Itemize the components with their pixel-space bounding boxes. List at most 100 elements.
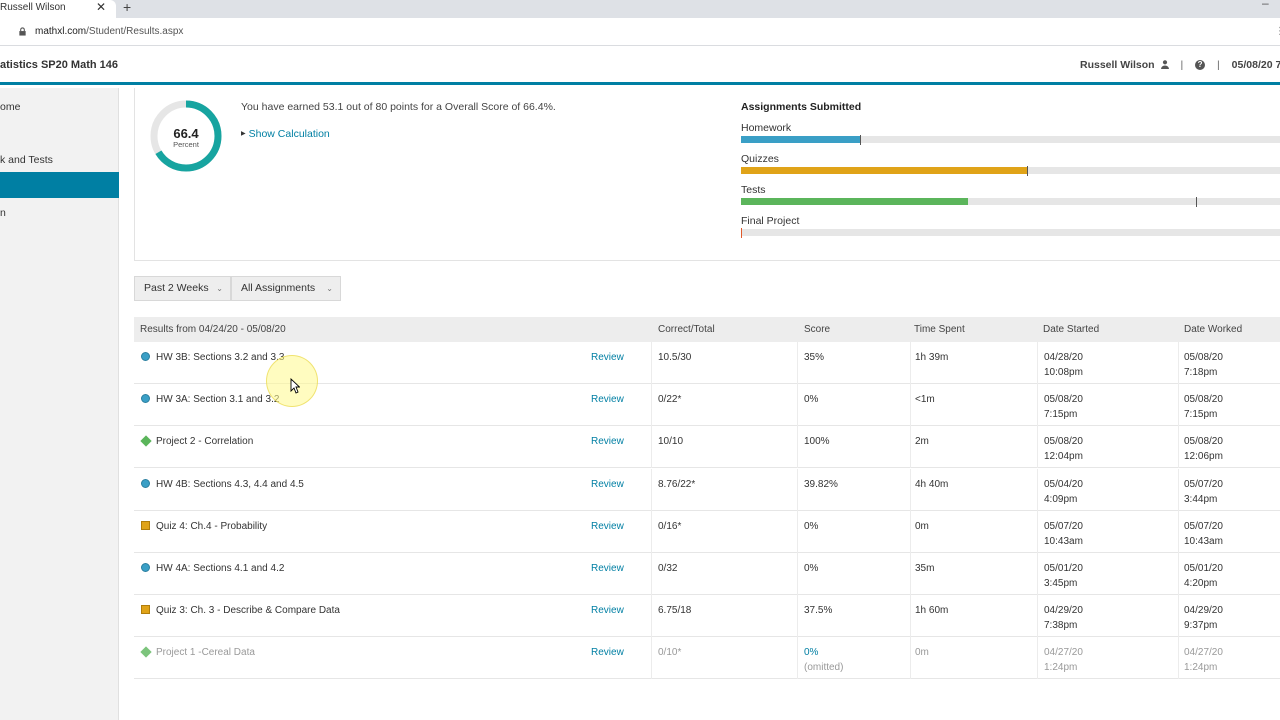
- date-worked-day-time: 7:15pm: [1184, 409, 1218, 421]
- header-separator: |: [1180, 59, 1184, 71]
- date-started-day: 05/08/20 12:04pm: [1044, 434, 1083, 464]
- review-link-text: Review: [591, 352, 624, 363]
- review-link[interactable]: Review: [591, 392, 624, 407]
- close-tab-icon[interactable]: ✕: [96, 0, 106, 14]
- column-divider: [1178, 510, 1179, 553]
- browser-menu-icon[interactable]: ⋮: [1275, 26, 1280, 37]
- score-value-cell: 100%: [804, 434, 830, 449]
- browser-tabbar: Russell Wilson ✕ + –: [0, 0, 1280, 18]
- review-link[interactable]: Review: [591, 434, 624, 449]
- url-path: /Student/Results.aspx: [86, 26, 184, 37]
- sidebar: ome k and Tests n: [0, 88, 119, 720]
- column-divider: [1037, 510, 1038, 553]
- correct-total-value-text: 10.5/30: [658, 352, 692, 363]
- correct-total-header[interactable]: Correct/Total: [658, 324, 715, 335]
- browser-tab[interactable]: Russell Wilson ✕: [0, 0, 116, 18]
- sidebar-item-homework-tests[interactable]: k and Tests: [0, 154, 53, 166]
- score-unit-label: Percent: [173, 140, 199, 149]
- submitted-bar-label: Homework: [741, 122, 792, 134]
- date-started-day-text: 05/01/20: [1044, 563, 1083, 574]
- date-started-header[interactable]: Date Started: [1043, 324, 1099, 335]
- score-value-cell-text: 0%: [804, 520, 819, 532]
- table-row[interactable]: Quiz 4: Ch.4 - Probability Review 0/16* 0% 0…: [134, 510, 1280, 553]
- assignment-name[interactable]: HW 4B: Sections 4.3, 4.4 and 4.5: [156, 477, 304, 492]
- assignment-name[interactable]: HW 4A: Sections 4.1 and 4.2: [156, 561, 284, 576]
- column-divider: [1037, 342, 1038, 384]
- assignment-name[interactable]: HW 3A: Section 3.1 and 3.2: [156, 392, 279, 407]
- tab-title: Russell Wilson: [0, 2, 66, 13]
- user-name[interactable]: Russell Wilson: [1080, 59, 1155, 71]
- review-link[interactable]: Review: [591, 561, 624, 576]
- date-started-day-text: 05/08/20: [1044, 436, 1083, 448]
- date-worked-header[interactable]: Date Worked: [1184, 324, 1242, 335]
- table-row[interactable]: HW 4B: Sections 4.3, 4.4 and 4.5 Review 8.…: [134, 468, 1280, 511]
- help-icon[interactable]: ?: [1195, 60, 1206, 70]
- time-spent-header[interactable]: Time Spent: [914, 324, 965, 335]
- submitted-bar-marker: [741, 228, 742, 238]
- assignment-name-text: HW 4B: Sections 4.3, 4.4 and 4.5: [156, 478, 304, 490]
- sidebar-active-highlight[interactable]: [0, 172, 119, 198]
- date-started-day-time: 12:04pm: [1044, 451, 1083, 463]
- course-title[interactable]: atistics SP20 Math 146: [0, 59, 118, 71]
- chevron-down-icon: ⌄: [216, 284, 223, 293]
- table-row[interactable]: Project 2 - Correlation Review 10/10 100% 2m…: [134, 426, 1280, 469]
- table-row[interactable]: Quiz 3: Ch. 3 - Describe & Compare Data R…: [134, 595, 1280, 638]
- time-spent-value: 1h 60m: [915, 603, 948, 618]
- assignment-name-text: HW 3B: Sections 3.2 and 3.3: [156, 352, 285, 363]
- date-worked-day-time: 1:24pm: [1184, 662, 1218, 674]
- submitted-bar-track: [741, 197, 1280, 207]
- column-divider: [651, 384, 652, 427]
- homework-icon: [141, 563, 150, 572]
- date-worked-day: 05/07/20 3:44pm: [1184, 477, 1223, 507]
- date-worked-day-text: 05/08/20: [1184, 436, 1223, 448]
- assignment-name[interactable]: Project 2 - Correlation: [156, 434, 253, 449]
- column-divider: [910, 468, 911, 511]
- date-worked-day-text: 04/29/20: [1184, 605, 1223, 617]
- review-link[interactable]: Review: [591, 603, 624, 618]
- column-divider: [651, 426, 652, 469]
- date-started-day-text: 05/08/20: [1044, 394, 1083, 406]
- column-divider: [1037, 384, 1038, 427]
- assignment-name[interactable]: HW 3B: Sections 3.2 and 3.3: [156, 350, 284, 365]
- sidebar-item-plan[interactable]: n: [0, 207, 6, 219]
- address-bar[interactable]: mathxl.com/Student/Results.aspx ⋮: [0, 18, 1280, 46]
- date-started-day-text: 04/28/20: [1044, 352, 1083, 363]
- show-calculation-link[interactable]: ▶ Show Calculation: [241, 128, 330, 140]
- submitted-bar-fill: [741, 167, 1027, 174]
- date-worked-day-text: 04/27/20: [1184, 647, 1223, 659]
- assignment-name[interactable]: Quiz 4: Ch.4 - Probability: [156, 519, 267, 534]
- new-tab-icon[interactable]: +: [123, 0, 131, 15]
- date-worked-day-time: 9:37pm: [1184, 620, 1218, 632]
- date-worked-day-time: 10:43am: [1184, 535, 1223, 547]
- date-started-day: 04/29/20 7:38pm: [1044, 603, 1083, 633]
- column-divider: [910, 426, 911, 469]
- column-divider: [797, 384, 798, 427]
- time-spent-value-text: 35m: [915, 563, 935, 574]
- assignment-name-text: Quiz 3: Ch. 3 - Describe & Compare Data: [156, 605, 340, 617]
- period-filter-dropdown[interactable]: Past 2 Weeks ⌄: [134, 276, 231, 301]
- results-table-header: Results from 04/24/20 - 05/08/20 Correct…: [134, 317, 1280, 342]
- submitted-bar-marker: [1027, 166, 1028, 176]
- sidebar-item-home[interactable]: ome: [0, 101, 20, 113]
- time-spent-value-text: 0m: [915, 647, 929, 659]
- review-link-text: Review: [591, 563, 624, 574]
- submitted-bar-label: Final Project: [741, 215, 800, 227]
- assignment-filter-dropdown[interactable]: All Assignments ⌄: [231, 276, 341, 301]
- review-link[interactable]: Review: [591, 519, 624, 534]
- score-value-cell: 0%: [804, 561, 818, 576]
- score-header[interactable]: Score: [804, 324, 830, 335]
- table-row[interactable]: HW 4A: Sections 4.1 and 4.2 Review 0/32 0% 3…: [134, 553, 1280, 595]
- homework-icon: [141, 394, 150, 404]
- homework-icon: [141, 478, 150, 488]
- assignment-name[interactable]: Quiz 3: Ch. 3 - Describe & Compare Data: [156, 603, 340, 618]
- url-text[interactable]: mathxl.com/Student/Results.aspx: [35, 26, 183, 37]
- date-worked-day: 05/08/20 7:18pm: [1184, 350, 1223, 380]
- column-divider: [1037, 553, 1038, 595]
- column-divider: [651, 510, 652, 553]
- minimize-icon[interactable]: –: [1262, 0, 1269, 10]
- table-row[interactable]: Project 1 -Cereal Data Review 0/10* 0% (omit…: [134, 637, 1280, 680]
- review-link[interactable]: Review: [591, 477, 624, 492]
- review-link[interactable]: Review: [591, 350, 624, 365]
- assignment-name[interactable]: Project 1 -Cereal Data: [156, 645, 255, 660]
- review-link[interactable]: Review: [591, 645, 624, 660]
